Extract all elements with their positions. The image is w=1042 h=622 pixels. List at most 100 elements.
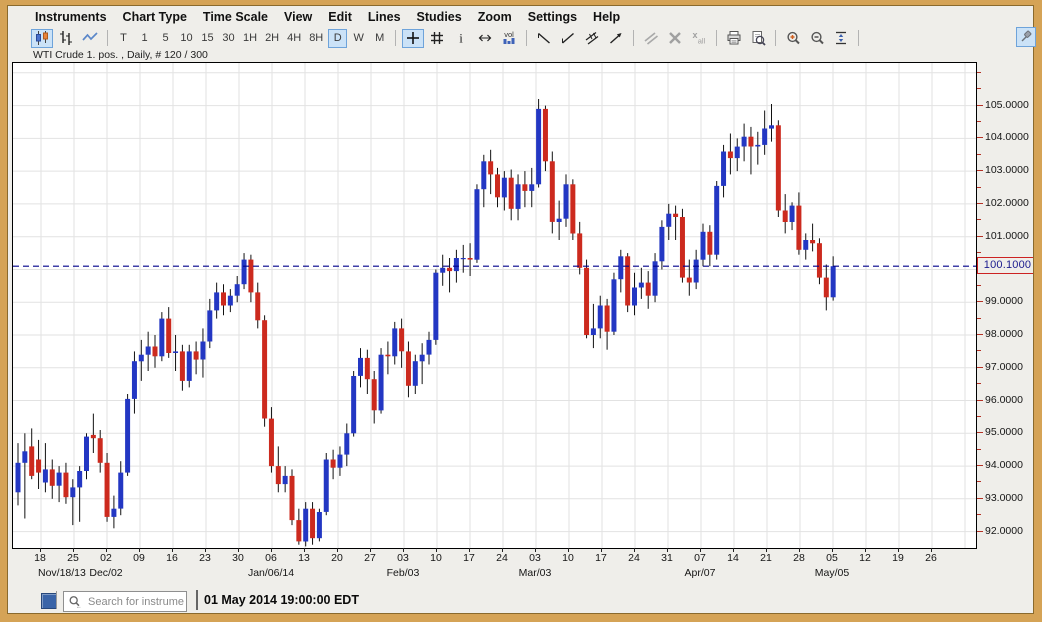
menu-view[interactable]: View [284, 10, 312, 24]
crosshair-button[interactable] [402, 29, 424, 48]
candle [447, 258, 452, 292]
candle [721, 145, 726, 198]
x-axis-day-label: 17 [595, 552, 607, 564]
candle [365, 350, 370, 394]
timeframe-15min-button[interactable]: 15 [198, 29, 217, 48]
y-axis-minor-tick [977, 350, 981, 351]
x-axis-day-label: 23 [199, 552, 211, 564]
menu-chart-type[interactable]: Chart Type [123, 10, 187, 24]
pin-button[interactable] [1016, 27, 1036, 47]
y-axis-tick [977, 105, 983, 106]
timeframe-monthly-button[interactable]: M [370, 29, 389, 48]
instrument-color-swatch[interactable] [41, 593, 57, 609]
parallel-channel-button[interactable] [581, 29, 603, 48]
candle [372, 371, 377, 424]
print-preview-button[interactable] [747, 29, 769, 48]
timeframe-30min-button[interactable]: 30 [219, 29, 238, 48]
info-button[interactable]: i [450, 29, 472, 48]
fit-vertical-button[interactable] [830, 29, 852, 48]
menu-edit[interactable]: Edit [328, 10, 352, 24]
x-axis-day-label: 14 [727, 552, 739, 564]
x-axis-day-label: 24 [628, 552, 640, 564]
candle [831, 256, 836, 300]
svg-text:all: all [698, 37, 706, 46]
y-axis-tick [977, 400, 983, 401]
trendline-down-button[interactable] [533, 29, 555, 48]
trendline-up-button[interactable] [557, 29, 579, 48]
x-axis-day-label: 03 [529, 552, 541, 564]
timeframe-1h-button[interactable]: 1H [240, 29, 260, 48]
candle [673, 206, 678, 240]
candle [557, 201, 562, 240]
ohlc-bars-button[interactable] [55, 29, 77, 48]
candle [461, 245, 466, 273]
candle [735, 138, 740, 171]
candle [310, 502, 315, 545]
x-axis-day-label: 16 [166, 552, 178, 564]
y-axis-minor-tick [977, 383, 981, 384]
line-chart-button[interactable] [79, 29, 101, 48]
menu-settings[interactable]: Settings [528, 10, 577, 24]
x-axis-day-label: 10 [562, 552, 574, 564]
x-axis-day-label: 19 [892, 552, 904, 564]
grid-button[interactable] [426, 29, 448, 48]
zoom-out-button[interactable] [806, 29, 828, 48]
y-axis-minor-tick [977, 318, 981, 319]
timeframe-weekly-button[interactable]: W [349, 29, 368, 48]
search-box [63, 591, 187, 612]
menu-studies[interactable]: Studies [417, 10, 462, 24]
expand-horizontal-button[interactable] [474, 29, 496, 48]
statusbar-separator-2 [196, 590, 198, 610]
timeframe-8h-button[interactable]: 8H [306, 29, 326, 48]
printer-icon [726, 30, 742, 46]
menu-lines[interactable]: Lines [368, 10, 401, 24]
candle [762, 111, 767, 155]
timeframe-4h-button[interactable]: 4H [284, 29, 304, 48]
candle [105, 453, 110, 522]
timeframe-daily-button[interactable]: D [328, 29, 347, 48]
candle [276, 446, 281, 492]
delete-all-icon: xall [691, 30, 707, 46]
x-axis-day-label: 18 [34, 552, 46, 564]
toolbar-separator [395, 30, 396, 46]
timeframe-tick-button[interactable]: T [114, 29, 133, 48]
x-axis-day-label: 06 [265, 552, 277, 564]
menu-zoom[interactable]: Zoom [478, 10, 512, 24]
candle [564, 174, 569, 227]
menu-instruments[interactable]: Instruments [35, 10, 107, 24]
menu-help[interactable]: Help [593, 10, 620, 24]
print-button[interactable] [723, 29, 745, 48]
candle [399, 319, 404, 368]
search-input[interactable] [86, 593, 186, 611]
x-axis-month-label: May/05 [815, 567, 849, 579]
candle [283, 466, 288, 492]
chart-title: WTI Crude 1. pos. , Daily, # 120 / 300 [33, 49, 208, 61]
candlestick-chart-button[interactable] [31, 29, 53, 48]
timeframe-10min-button[interactable]: 10 [177, 29, 196, 48]
x-axis-day-label: 03 [397, 552, 409, 564]
volume-button[interactable]: vol [498, 29, 520, 48]
zoom-in-button[interactable] [782, 29, 804, 48]
ohlc-bars-icon [58, 30, 74, 46]
candle [584, 260, 589, 339]
x-axis-month-label: Nov/18/13 [38, 567, 86, 579]
candle [427, 332, 432, 365]
chart-plot[interactable] [12, 62, 977, 549]
x-axis-day-label: 30 [232, 552, 244, 564]
candle [228, 289, 233, 312]
candle [488, 150, 493, 194]
y-axis-minor-tick [977, 416, 981, 417]
toolbar-separator [107, 30, 108, 46]
y-axis-minor-tick [977, 88, 981, 89]
menu-time-scale[interactable]: Time Scale [203, 10, 268, 24]
candle [200, 328, 205, 377]
timeframe-1min-button[interactable]: 1 [135, 29, 154, 48]
candle [776, 120, 781, 217]
candle [714, 181, 719, 260]
fit-vertical-icon [833, 30, 849, 46]
parallel-channel-icon [584, 30, 600, 46]
timeframe-2h-button[interactable]: 2H [262, 29, 282, 48]
timeframe-5min-button[interactable]: 5 [156, 29, 175, 48]
y-axis-tick [977, 236, 983, 237]
ray-arrow-button[interactable] [605, 29, 627, 48]
